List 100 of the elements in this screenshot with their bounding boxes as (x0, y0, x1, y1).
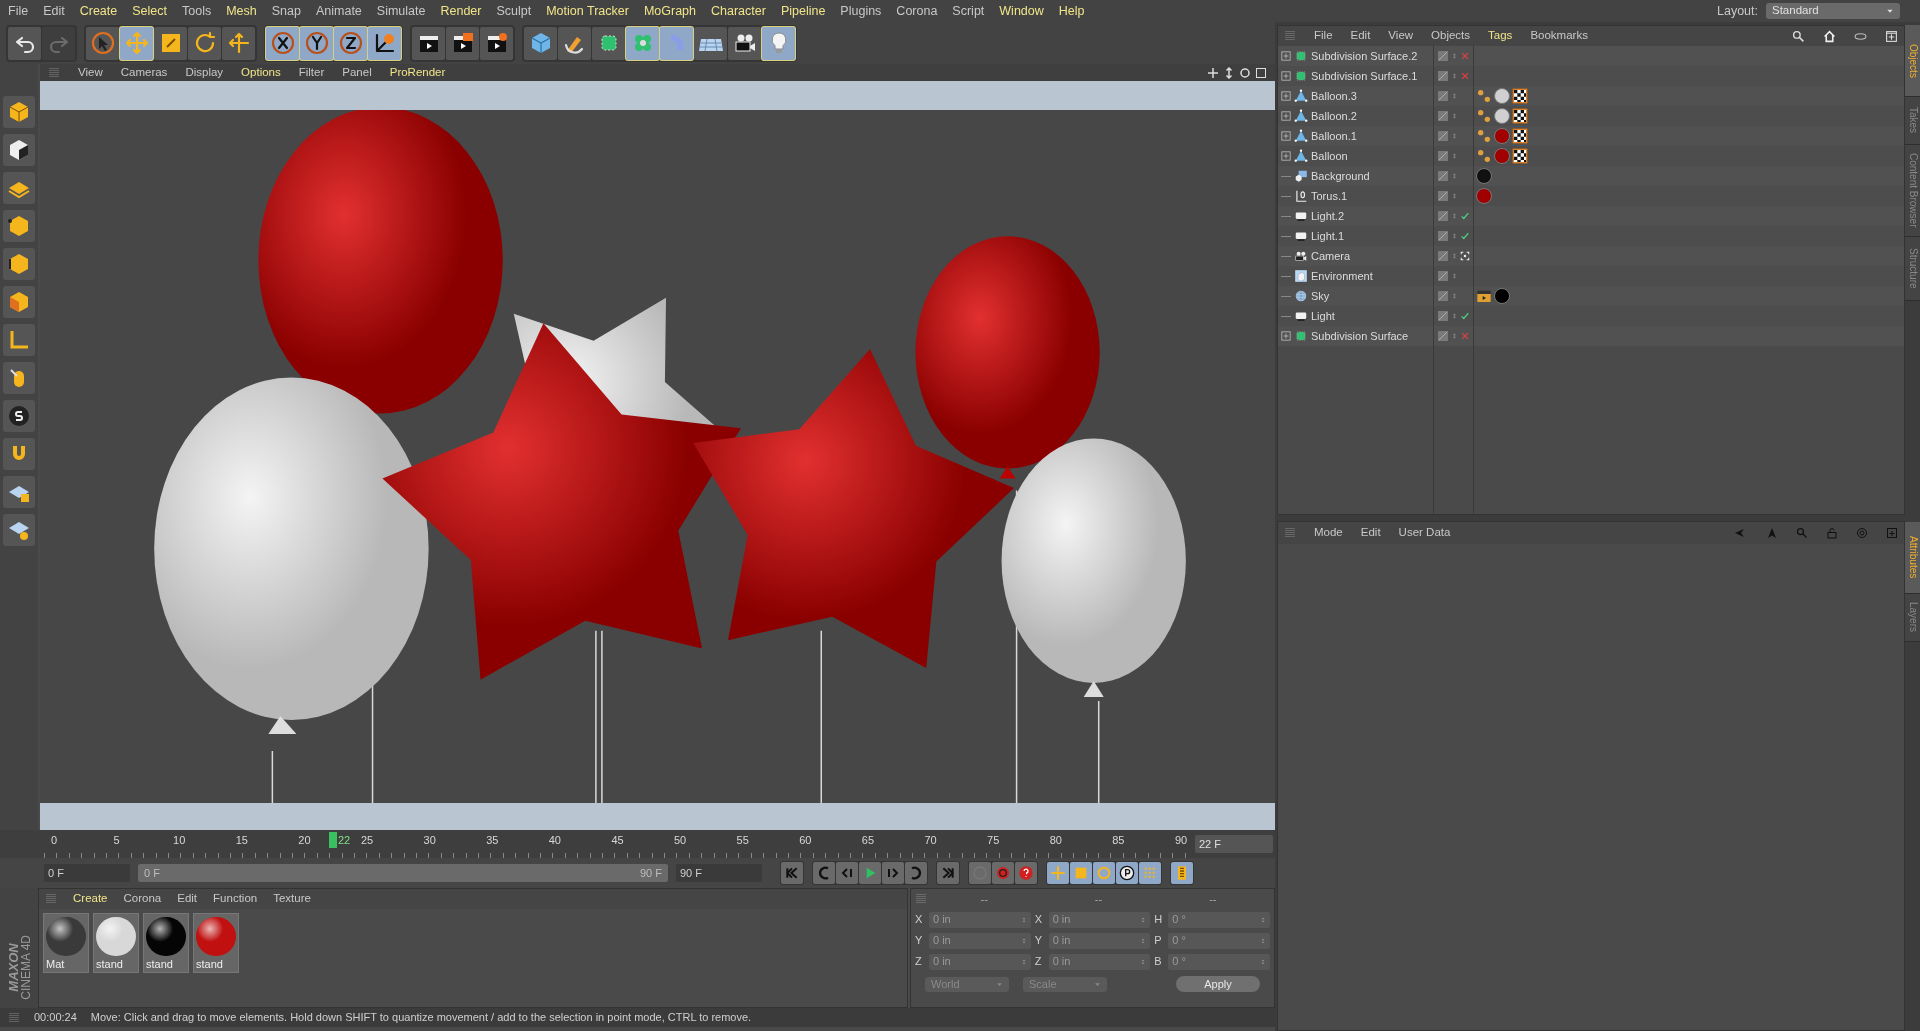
check-icon[interactable] (1460, 211, 1470, 221)
editable-cube-button[interactable] (3, 96, 35, 128)
expand-toggle-icon[interactable] (1281, 331, 1291, 341)
floor-grid-tool-button[interactable] (694, 26, 727, 60)
expand-toggle-icon[interactable] (1281, 111, 1291, 121)
edit-toggle-icon[interactable] (1437, 150, 1449, 162)
check-icon[interactable] (1460, 231, 1470, 241)
go-to-start-button[interactable] (781, 862, 803, 884)
object-name[interactable]: Torus.1 (1311, 187, 1348, 205)
menu-item[interactable]: Select (132, 1, 167, 21)
material-tag[interactable] (1476, 168, 1492, 184)
expand-toggle-icon[interactable] (1281, 51, 1291, 61)
edit-toggle-icon[interactable] (1437, 110, 1449, 122)
check-icon[interactable] (1460, 311, 1470, 321)
scale-tool-button[interactable] (154, 26, 187, 60)
menu-item[interactable]: Snap (271, 1, 301, 21)
parameter-key-button[interactable] (1116, 862, 1138, 884)
expand-toggle-icon[interactable] (1281, 71, 1291, 81)
material-tag[interactable] (1494, 88, 1510, 104)
camera-tool-button[interactable] (728, 26, 761, 60)
axis-icon-shape-button[interactable] (3, 324, 35, 356)
object-name[interactable]: Subdivision Surface.2 (1311, 47, 1418, 65)
menu-item[interactable]: Corona (896, 1, 938, 21)
subdivision-cube-tool-button[interactable] (592, 26, 625, 60)
side-tab[interactable]: Objects (1905, 25, 1920, 97)
menu-item[interactable]: Plugins (840, 1, 882, 21)
current-frame-field[interactable]: 22 F (1195, 835, 1273, 853)
edit-toggle-icon[interactable] (1437, 130, 1449, 142)
object-name[interactable]: Light (1311, 307, 1335, 325)
material-menu-item[interactable]: Corona (123, 890, 162, 908)
tweak-mouse-button[interactable] (3, 362, 35, 394)
edit-toggle-icon[interactable] (1437, 290, 1449, 302)
menu-item[interactable]: Sculpt (496, 1, 532, 21)
question-button[interactable] (1015, 862, 1037, 884)
next-frame-button[interactable] (882, 862, 904, 884)
edit-toggle-icon[interactable] (1437, 250, 1449, 262)
next-key-button[interactable] (905, 862, 927, 884)
menu-item[interactable]: Simulate (376, 1, 426, 21)
snap-s-button[interactable] (3, 400, 35, 432)
objects-menu-item[interactable]: Tags (1488, 27, 1513, 45)
lock-icon[interactable] (1826, 527, 1838, 539)
object-name[interactable]: Environment (1311, 267, 1373, 285)
cursor-tool-button[interactable] (86, 26, 119, 60)
menu-item[interactable]: Animate (315, 1, 362, 21)
edit-toggle-icon[interactable] (1437, 270, 1449, 282)
menu-item[interactable]: Mesh (226, 1, 257, 21)
panel-grip-icon[interactable] (8, 1011, 20, 1024)
up-arrow-icon[interactable] (1766, 527, 1778, 539)
dots-tag-icon[interactable] (1476, 88, 1492, 104)
side-tab[interactable]: Attributes (1905, 522, 1920, 594)
clapperboard-tag-icon[interactable] (1476, 288, 1492, 304)
previous-key-button[interactable] (813, 862, 835, 884)
rotate-tool-button[interactable] (188, 26, 221, 60)
expand-toggle-icon[interactable] (1281, 91, 1291, 101)
object-name[interactable]: Balloon.2 (1311, 107, 1357, 125)
checker-tag-icon[interactable] (1512, 148, 1528, 164)
menu-item[interactable]: Edit (43, 1, 65, 21)
object-name[interactable]: Light.2 (1311, 207, 1345, 225)
panel-grip-icon[interactable] (1284, 30, 1296, 42)
checker-tag-icon[interactable] (1512, 108, 1528, 124)
z-axis-tool-button[interactable] (334, 26, 367, 60)
autokey-button[interactable] (992, 862, 1014, 884)
menu-item[interactable]: Render (440, 1, 482, 21)
y-axis-tool-button[interactable] (300, 26, 333, 60)
clapperboard-tool-button[interactable] (412, 26, 445, 60)
viewport-menu-item[interactable]: Cameras (120, 64, 168, 82)
x-axis-tool-button[interactable] (266, 26, 299, 60)
edit-toggle-icon[interactable] (1437, 170, 1449, 182)
menu-item[interactable]: Character (711, 1, 766, 21)
material-tag[interactable] (1494, 108, 1510, 124)
edit-toggle-icon[interactable] (1437, 90, 1449, 102)
menu-item[interactable]: Create (79, 1, 118, 21)
edge-cube-button[interactable] (3, 248, 35, 280)
play-button[interactable] (859, 862, 881, 884)
pen-tool-button[interactable] (558, 26, 591, 60)
menu-item[interactable]: Tools (182, 1, 212, 21)
dots-tag-icon[interactable] (1476, 108, 1492, 124)
clapperboard-tool-button[interactable] (446, 26, 479, 60)
panel-grip-icon[interactable] (48, 66, 60, 79)
magnet-button[interactable] (3, 438, 35, 470)
go-to-end-button[interactable] (937, 862, 959, 884)
texture-layers-button[interactable] (3, 172, 35, 204)
object-name[interactable]: Camera (1311, 247, 1351, 265)
maximize-icon[interactable] (1255, 66, 1267, 79)
panel-grip-icon[interactable] (915, 893, 927, 905)
objects-menu-item[interactable]: View (1388, 27, 1414, 45)
polygon-cube-button[interactable] (3, 286, 35, 318)
material-swatch[interactable]: Mat (43, 913, 89, 973)
viewport-menu-item[interactable]: ProRender (389, 64, 446, 82)
material-swatch[interactable]: stand (143, 913, 189, 973)
menu-item[interactable]: Window (999, 1, 1044, 21)
dots-tag-icon[interactable] (1476, 128, 1492, 144)
attributes-menu-item[interactable]: User Data (1398, 524, 1451, 542)
pan-icon[interactable] (1207, 66, 1219, 79)
object-name[interactable]: Subdivision Surface (1311, 327, 1409, 345)
edit-toggle-icon[interactable] (1437, 310, 1449, 322)
layout-dropdown[interactable]: Standard (1766, 3, 1900, 19)
workplane-lock-button[interactable] (3, 476, 35, 508)
edit-toggle-icon[interactable] (1437, 330, 1449, 342)
previous-frame-button[interactable] (836, 862, 858, 884)
